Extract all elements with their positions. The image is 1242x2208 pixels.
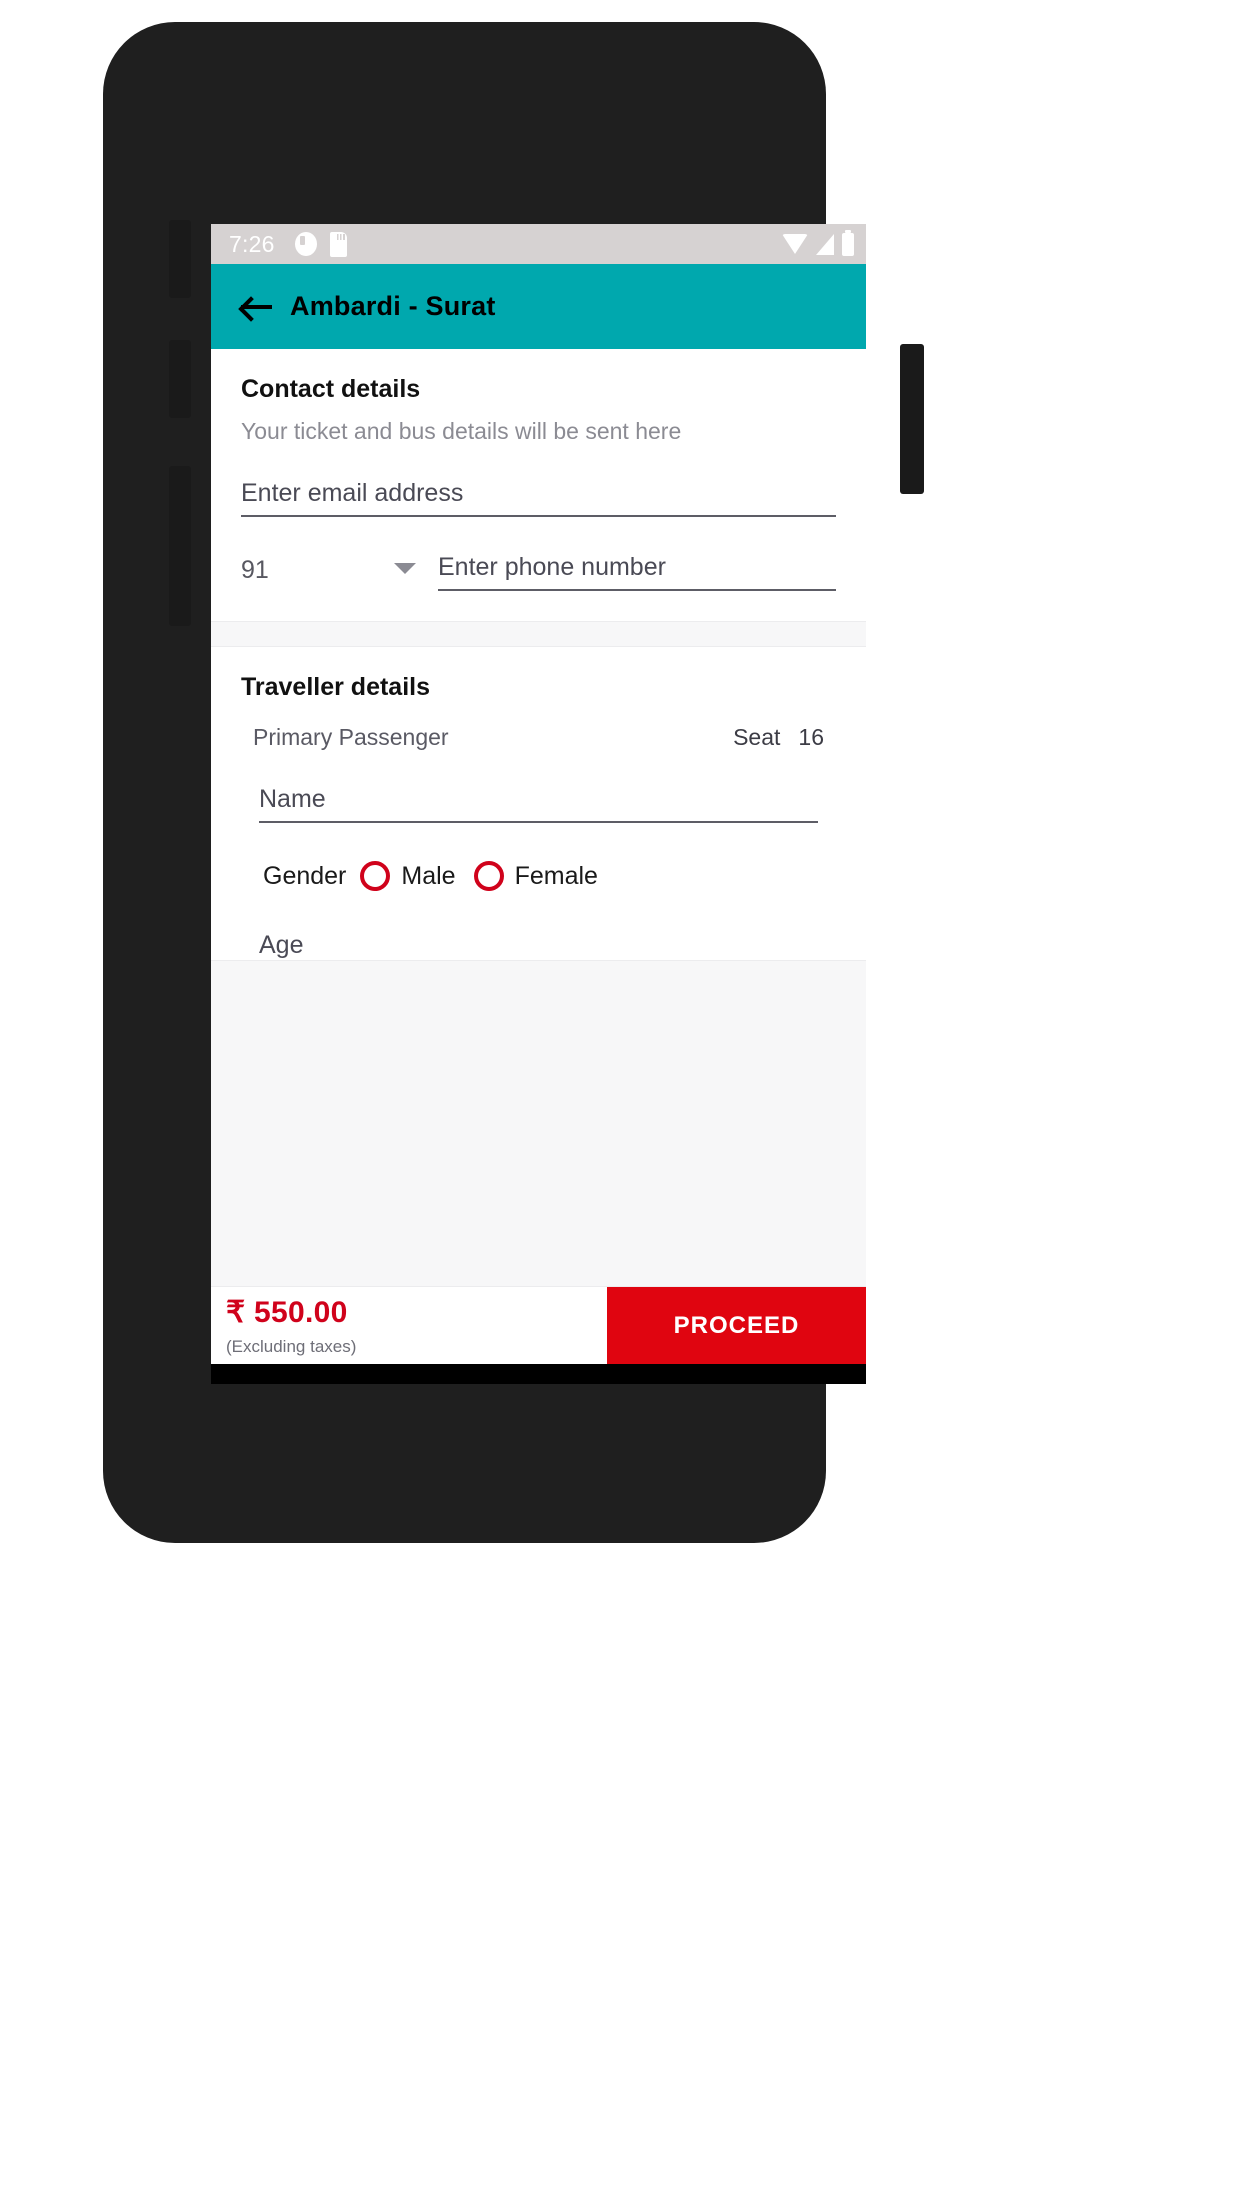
sd-card-icon: [329, 231, 347, 257]
side-hardware-button[interactable]: [169, 466, 191, 626]
app-bar: Ambardi - Surat: [211, 264, 866, 349]
traveller-fields: Name Gender Male Female Age: [241, 785, 836, 969]
contact-details-subtitle: Your ticket and bus details will be sent…: [241, 418, 682, 444]
alarm-icon: [294, 232, 317, 256]
gender-label-female[interactable]: Female: [515, 862, 598, 891]
phone-row: 91 Enter phone number: [241, 553, 836, 595]
power-hardware-button[interactable]: [900, 344, 924, 494]
battery-icon: [842, 229, 854, 256]
status-bar-left-icons: [294, 231, 347, 257]
volume-down-hardware-button[interactable]: [169, 340, 191, 418]
traveller-details-heading: Traveller details: [241, 673, 431, 701]
proceed-button[interactable]: PROCEED: [607, 1287, 866, 1364]
status-bar-time: 7:26: [229, 230, 275, 257]
gender-label: Gender: [263, 861, 347, 890]
gender-label-male[interactable]: Male: [401, 862, 455, 891]
section-divider-band: [211, 621, 866, 647]
price-summary: ₹ 550.00 (Excluding taxes): [211, 1287, 607, 1364]
content-filler-area: [211, 960, 866, 1286]
total-price: ₹ 550.00: [226, 1295, 348, 1329]
seat-number: 16: [798, 724, 824, 750]
passenger-name-field[interactable]: Name: [259, 785, 818, 823]
price-tax-note: (Excluding taxes): [226, 1336, 357, 1356]
passenger-label: Primary Passenger: [253, 724, 449, 750]
passenger-age-placeholder: Age: [259, 931, 304, 959]
gender-radio-female[interactable]: [473, 861, 504, 891]
back-arrow-icon[interactable]: [241, 293, 273, 321]
traveller-details-section: Traveller details Primary Passenger Seat…: [211, 647, 866, 991]
main-content: Contact details Your ticket and bus deta…: [211, 349, 866, 1286]
screenshot-canvas: 7:26 Ambardi - Surat Contact details You…: [0, 0, 1242, 2208]
phone-number-placeholder: Enter phone number: [438, 553, 666, 581]
gender-row: Gender Male Female: [259, 861, 818, 891]
phone-screen: 7:26 Ambardi - Surat Contact details You…: [211, 224, 866, 1384]
email-field[interactable]: Enter email address: [241, 479, 836, 517]
contact-details-heading: Contact details: [241, 375, 421, 403]
chevron-down-icon: [394, 563, 416, 574]
email-field-placeholder: Enter email address: [241, 479, 464, 507]
volume-up-hardware-button[interactable]: [169, 220, 191, 298]
bottom-action-bar: ₹ 550.00 (Excluding taxes) PROCEED: [211, 1286, 866, 1364]
status-bar: 7:26: [211, 224, 866, 264]
android-navigation-bar: [211, 1364, 866, 1384]
status-bar-right-icons: [782, 229, 854, 256]
wifi-icon: [782, 234, 808, 254]
phone-device-frame: 7:26 Ambardi - Surat Contact details You…: [103, 22, 924, 1543]
passenger-name-placeholder: Name: [259, 785, 326, 813]
signal-icon: [816, 233, 834, 255]
seat-info: Seat 16: [733, 724, 824, 751]
country-code-value: 91: [241, 556, 269, 584]
contact-details-section: Contact details Your ticket and bus deta…: [211, 349, 866, 621]
country-code-select[interactable]: 91: [241, 556, 426, 591]
passenger-header-row: Primary Passenger Seat 16: [241, 724, 836, 751]
phone-number-field[interactable]: Enter phone number: [438, 553, 836, 591]
page-title: Ambardi - Surat: [290, 291, 496, 321]
seat-label: Seat: [733, 724, 781, 750]
gender-radio-male[interactable]: [360, 861, 391, 891]
